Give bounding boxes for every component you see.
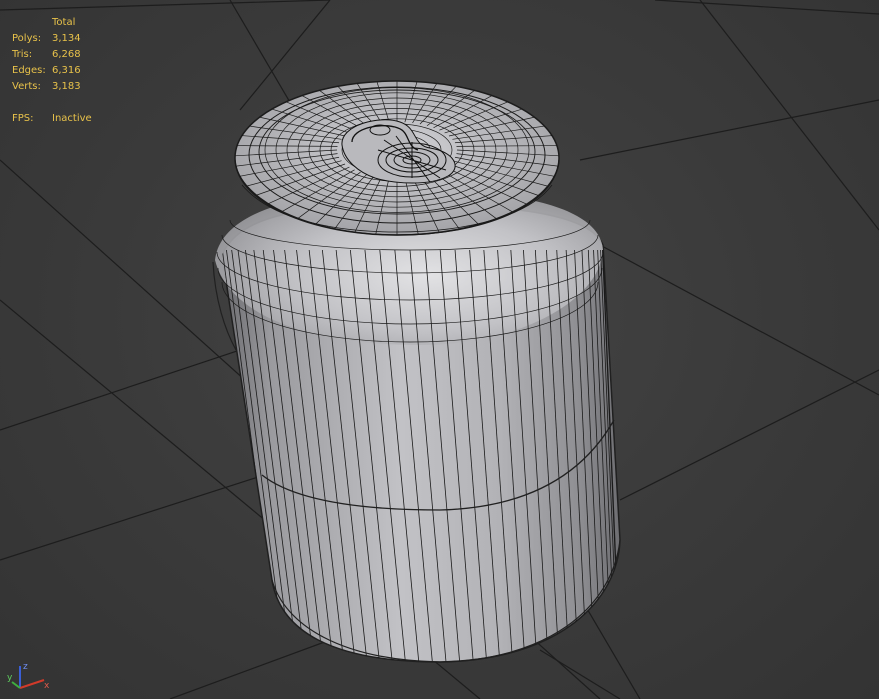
stat-label: Verts: [12, 81, 41, 92]
can-body[interactable] [212, 190, 621, 663]
stat-label: Polys: [12, 33, 42, 44]
stats-header: Total [52, 17, 76, 28]
axis-z-label: z [23, 662, 28, 672]
viewport-perspective[interactable]: Total Polys: 3,134 Tris: 6,268 Edges: 6,… [0, 0, 879, 699]
axis-x-label: x [44, 681, 50, 691]
stat-value: 3,134 [52, 33, 81, 44]
axis-gizmo-icon: z x y [7, 662, 50, 691]
stat-value: 3,183 [52, 81, 81, 92]
stat-label: Tris: [12, 49, 33, 60]
stat-label: FPS: [12, 113, 34, 124]
axis-y-line [11, 681, 21, 689]
axis-y-label: y [7, 673, 13, 683]
stat-value: Inactive [52, 113, 92, 124]
stat-value: 6,268 [52, 49, 81, 60]
stat-value: 6,316 [52, 65, 81, 76]
scene-render[interactable] [0, 0, 879, 699]
axis-x-line [19, 679, 45, 689]
stat-label: Edges: [12, 65, 46, 76]
